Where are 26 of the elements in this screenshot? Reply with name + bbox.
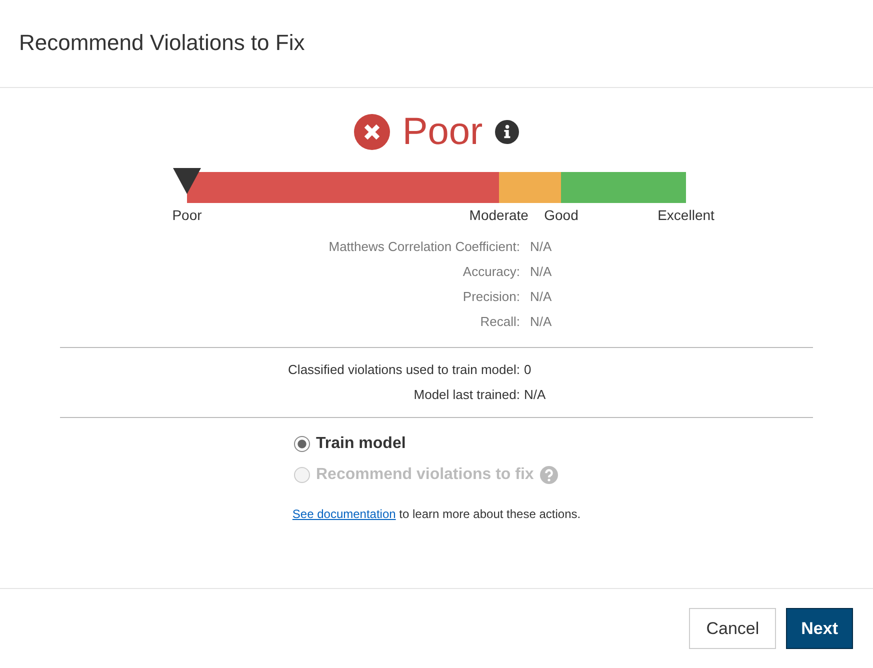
metric-value: N/A	[529, 238, 553, 256]
info-icon	[494, 120, 519, 144]
dialog-title: Recommend Violations to Fix	[19, 30, 305, 57]
metric-value: N/A	[529, 313, 553, 331]
documentation-note: See documentation to learn more about these actions.	[291, 506, 582, 523]
next-button[interactable]: Next	[786, 608, 853, 649]
training-label: Model last trained:	[412, 386, 520, 404]
training-label: Classified violations used to train model:	[287, 361, 520, 379]
metric-label: Precision:	[462, 288, 520, 306]
training-value: N/A	[523, 386, 547, 404]
scale-label: Poor	[172, 206, 202, 224]
metric-value: N/A	[529, 288, 553, 306]
radio-button[interactable]	[294, 436, 310, 452]
metric-value: N/A	[529, 263, 553, 281]
metric-label: Accuracy:	[462, 263, 520, 281]
scale-label: Excellent	[658, 206, 714, 224]
error-icon	[354, 114, 390, 150]
cancel-button[interactable]: Cancel	[689, 608, 776, 649]
rating-label: Poor	[402, 113, 483, 151]
metric-label: Recall:	[479, 313, 520, 331]
scale-label: Moderate	[469, 206, 528, 224]
training-value: 0	[523, 361, 532, 379]
scale-label: Good	[544, 206, 578, 224]
metric-label: Matthews Correlation Coefficient:	[328, 238, 520, 256]
documentation-link[interactable]: See documentation	[292, 507, 396, 521]
radio-label[interactable]: Train model	[316, 434, 406, 454]
